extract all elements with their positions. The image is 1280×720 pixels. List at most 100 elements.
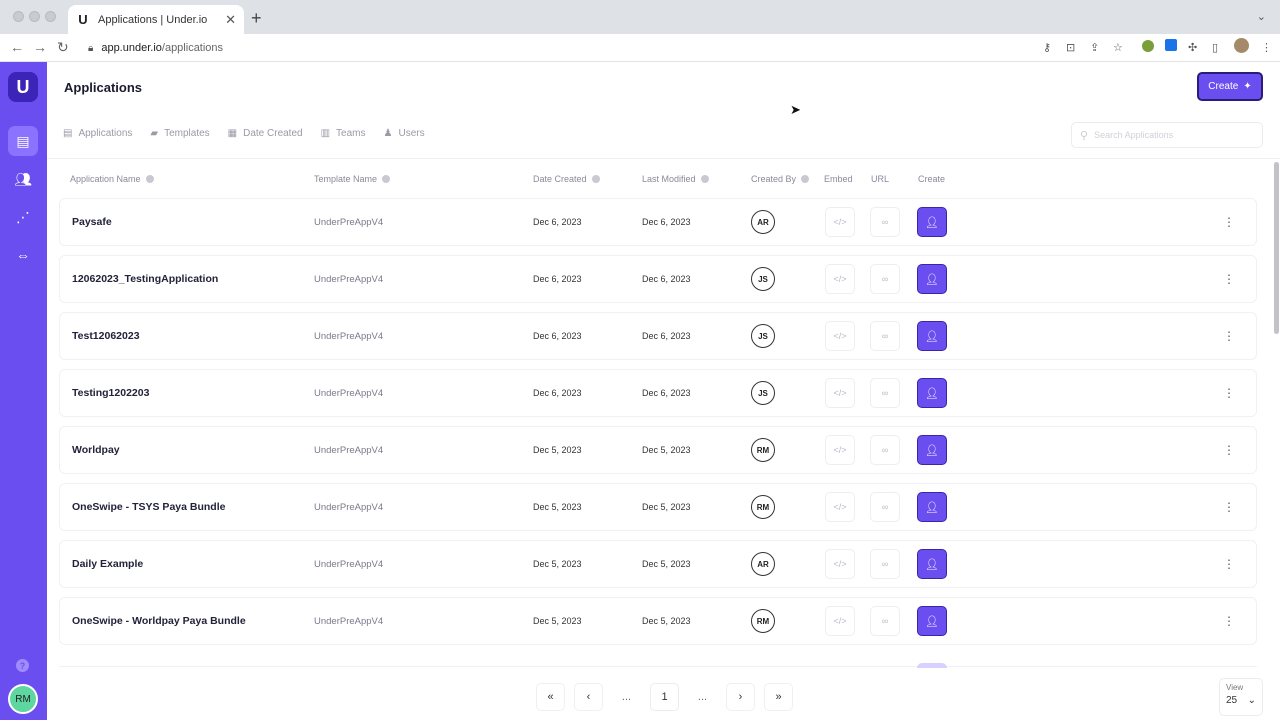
extension-green-icon[interactable] [1142,40,1154,52]
row-more-menu-icon[interactable]: ⋮ [1223,256,1235,302]
share-icon[interactable]: ⇪ [1090,41,1099,54]
add-applicant-button[interactable]: 👤︎ [917,606,947,636]
sort-icon[interactable] [145,175,154,183]
link-icon[interactable]: ∞ [870,264,900,294]
key-icon[interactable]: ⚷ [1043,41,1051,54]
sort-icon[interactable] [382,175,391,183]
filter-date-created[interactable]: ▦ Date Created [228,128,303,139]
profile-avatar[interactable] [1234,38,1249,53]
app-logo[interactable]: U [8,72,38,102]
back-icon[interactable]: ← [10,39,24,55]
first-page-button[interactable]: « [536,683,565,711]
application-name[interactable]: OneSwipe - TSYS Paya Bundle [72,484,225,530]
filter-templates[interactable]: ▰ Templates [150,128,209,139]
scrollbar-thumb[interactable] [1274,162,1279,334]
row-more-menu-icon[interactable]: ⋮ [1223,199,1235,245]
link-icon[interactable]: ∞ [870,207,900,237]
next-page-button[interactable]: › [726,683,755,711]
side-panel-icon[interactable]: ▯ [1212,41,1218,54]
table-row[interactable]: Paysafe UnderPreAppV4 Dec 6, 2023 Dec 6, 20… [59,198,1257,246]
add-applicant-button[interactable]: 👤︎ [917,549,947,579]
row-more-menu-icon[interactable]: ⋮ [1223,313,1235,359]
column-header-last-modified[interactable]: Last Modified [642,174,709,184]
column-header-application-name[interactable]: Application Name [70,174,154,184]
embed-code-icon[interactable]: </> [825,264,855,294]
embed-code-icon[interactable]: </> [825,207,855,237]
sidebar-item-integrations[interactable]: ⋰ [8,202,38,232]
link-icon[interactable]: ∞ [870,549,900,579]
help-icon[interactable]: ? [16,659,29,672]
browser-tab[interactable]: U Applications | Under.io ✕ [68,5,244,34]
add-applicant-button[interactable]: 👤︎ [917,207,947,237]
table-row[interactable]: OneSwipe - TSYS Paya Bundle UnderPreAppV4… [59,483,1257,531]
sidebar-item-teams[interactable]: 👥︎ [8,164,38,194]
row-more-menu-icon[interactable]: ⋮ [1223,427,1235,473]
last-page-button[interactable]: » [764,683,793,711]
new-tab-icon[interactable]: + [251,8,262,29]
tab-search-chevron-icon[interactable]: ⌄ [1257,10,1266,23]
filter-teams[interactable]: ▥ Teams [321,128,366,139]
embed-code-icon[interactable]: </> [825,606,855,636]
close-tab-icon[interactable]: ✕ [225,12,236,28]
window-maximize-control[interactable] [45,11,56,22]
extensions-puzzle-icon[interactable]: ✣ [1188,41,1197,54]
page-size-select[interactable]: View 25 ⌄ [1219,678,1263,716]
user-avatar[interactable]: RM [8,684,38,714]
column-header-template-name[interactable]: Template Name [314,174,391,184]
table-row[interactable]: Testing1202203 UnderPreAppV4 Dec 6, 2023 De… [59,369,1257,417]
filter-applications[interactable]: ▤ Applications [63,128,132,139]
add-applicant-button[interactable]: 👤︎ [917,378,947,408]
link-icon[interactable]: ∞ [870,321,900,351]
add-applicant-button[interactable]: 👤︎ [917,321,947,351]
url-field[interactable]: 🔒︎ app.under.io/applications [80,37,1140,59]
embed-code-icon[interactable]: </> [825,492,855,522]
sort-icon[interactable] [700,175,709,183]
application-name[interactable]: Paysafe [72,199,112,245]
install-icon[interactable]: ⊡ [1066,41,1075,54]
extension-blue-icon[interactable] [1165,39,1177,51]
application-name[interactable]: OneSwipe - Worldpay Paya Bundle [72,598,246,644]
row-more-menu-icon[interactable]: ⋮ [1223,484,1235,530]
application-name[interactable]: Daily Example [72,541,143,587]
link-icon[interactable]: ∞ [870,435,900,465]
application-name[interactable]: Worldpay [72,427,120,473]
reload-icon[interactable]: ↻ [57,39,69,56]
search-input[interactable] [1094,130,1245,140]
prev-page-button[interactable]: ‹ [574,683,603,711]
table-row[interactable]: Worldpay UnderPreAppV4 Dec 5, 2023 Dec 5, 2… [59,426,1257,474]
embed-code-icon[interactable]: </> [825,549,855,579]
application-name[interactable]: 12062023_TestingApplication [72,256,218,302]
sidebar-item-transfer[interactable]: ⇔ [8,240,38,270]
window-minimize-control[interactable] [29,11,40,22]
application-name[interactable]: Testing1202203 [72,370,149,416]
link-icon[interactable]: ∞ [870,492,900,522]
add-applicant-button[interactable]: 👤︎ [917,264,947,294]
add-applicant-button[interactable]: 👤︎ [917,492,947,522]
table-row[interactable]: 12062023_TestingApplication UnderPreAppV4… [59,255,1257,303]
table-row[interactable]: Test12062023 UnderPreAppV4 Dec 6, 2023 Dec … [59,312,1257,360]
embed-code-icon[interactable]: </> [825,321,855,351]
window-close-control[interactable] [13,11,24,22]
sort-icon[interactable] [801,175,810,183]
embed-code-icon[interactable]: </> [825,378,855,408]
link-icon[interactable]: ∞ [870,378,900,408]
bookmark-star-icon[interactable]: ☆ [1113,41,1123,54]
row-more-menu-icon[interactable]: ⋮ [1223,541,1235,587]
browser-menu-icon[interactable]: ⋮ [1261,41,1272,54]
application-name[interactable]: Test12062023 [72,313,140,359]
column-header-created-by[interactable]: Created By [751,174,810,184]
link-icon[interactable]: ∞ [870,606,900,636]
page-1-button[interactable]: 1 [650,683,679,711]
create-button[interactable]: Create ✦ [1197,72,1263,101]
sort-icon[interactable] [591,175,600,183]
forward-icon[interactable]: → [33,39,47,55]
sidebar-item-applications[interactable]: ▤ [8,126,38,156]
row-more-menu-icon[interactable]: ⋮ [1223,370,1235,416]
filter-users[interactable]: ♟ Users [384,128,425,139]
column-header-date-created[interactable]: Date Created [533,174,600,184]
table-row[interactable]: Daily Example UnderPreAppV4 Dec 5, 2023 Dec… [59,540,1257,588]
table-row[interactable]: OneSwipe - Worldpay Paya Bundle UnderPreA… [59,597,1257,645]
row-more-menu-icon[interactable]: ⋮ [1223,598,1235,644]
embed-code-icon[interactable]: </> [825,435,855,465]
add-applicant-button[interactable]: 👤︎ [917,435,947,465]
